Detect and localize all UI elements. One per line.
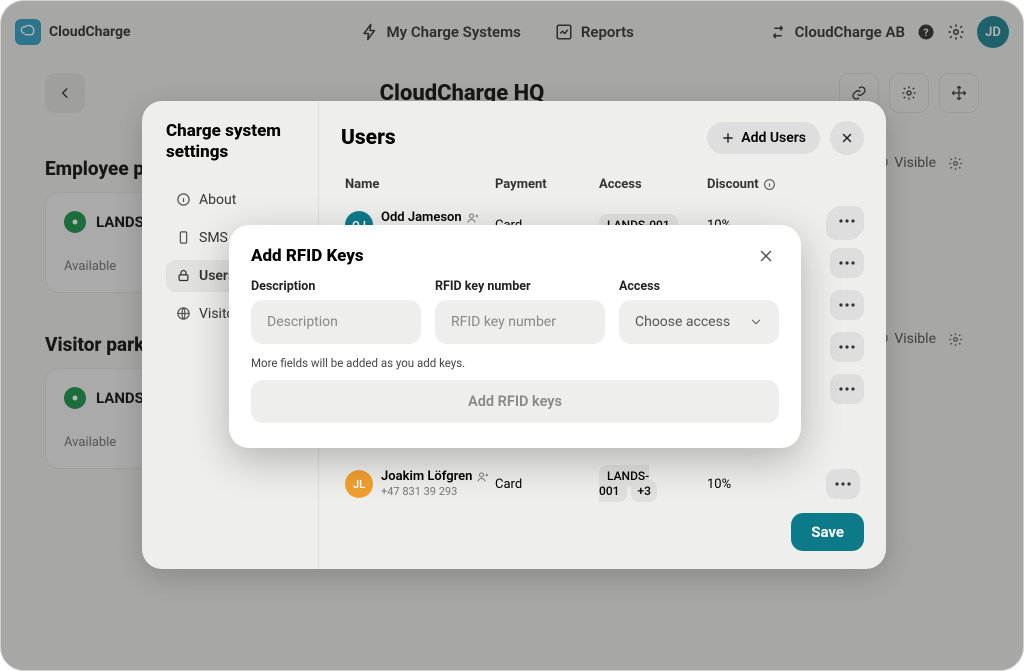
dots-icon	[839, 303, 855, 307]
dots-icon	[839, 219, 855, 223]
app-frame: CloudCharge My Charge Systems Reports Cl…	[0, 0, 1024, 671]
dots-icon	[839, 345, 855, 349]
access-select-value: Choose access	[635, 314, 730, 330]
close-button[interactable]	[830, 121, 864, 155]
table-row: JL Joakim Löfgren +47 831 39 293 Card LA…	[341, 459, 864, 509]
row-menu-button[interactable]	[830, 332, 864, 362]
user-name: Joakim Löfgren	[381, 470, 472, 484]
lock-icon	[176, 268, 191, 283]
row-menu-button[interactable]	[826, 469, 860, 499]
phone-icon	[176, 230, 191, 245]
description-input[interactable]	[251, 300, 421, 344]
user-name: Odd Jameson	[381, 211, 462, 225]
user-type-icon	[467, 212, 479, 224]
label-access: Access	[619, 279, 779, 294]
row-menu-button[interactable]	[830, 374, 864, 404]
add-users-button[interactable]: Add Users	[707, 122, 820, 154]
col-access: Access	[599, 177, 707, 192]
chevron-down-icon	[749, 315, 763, 329]
access-select[interactable]: Choose access	[619, 300, 779, 344]
close-button[interactable]	[753, 243, 779, 269]
row-menu-button[interactable]	[830, 206, 864, 236]
user-type-icon	[477, 471, 489, 483]
close-icon	[840, 131, 854, 145]
cell-payment: Card	[495, 477, 599, 492]
sidebar-item-about[interactable]: About	[166, 184, 308, 216]
cell-discount: 10%	[707, 477, 793, 492]
rfid-input[interactable]	[435, 300, 605, 344]
modal-note: More fields will be added as you add key…	[251, 356, 779, 370]
info-icon	[763, 178, 776, 191]
globe-icon	[176, 306, 191, 321]
modal-title: Add RFID Keys	[251, 246, 364, 266]
row-menu-button[interactable]	[830, 290, 864, 320]
close-icon	[757, 247, 775, 265]
dots-icon	[839, 261, 855, 265]
col-name: Name	[345, 177, 495, 192]
add-rfid-submit[interactable]: Add RFID keys	[251, 380, 779, 423]
settings-sidebar-title: Charge system settings	[166, 121, 308, 164]
access-extra: +3	[631, 480, 656, 502]
row-menu-button[interactable]	[830, 248, 864, 278]
label-rfid: RFID key number	[435, 279, 605, 294]
info-icon	[176, 192, 191, 207]
plus-icon	[721, 131, 735, 145]
settings-main-title: Users	[341, 126, 396, 150]
save-button[interactable]: Save	[791, 513, 864, 551]
user-phone: +47 831 39 293	[381, 485, 489, 498]
col-payment: Payment	[495, 177, 599, 192]
dots-icon	[835, 482, 851, 486]
label-description: Description	[251, 279, 421, 294]
dots-icon	[839, 387, 855, 391]
user-avatar: JL	[345, 470, 373, 498]
add-rfid-modal: Add RFID Keys Description RFID key numbe…	[229, 225, 801, 448]
ghost-rows	[830, 206, 864, 404]
col-discount: Discount	[707, 177, 793, 192]
